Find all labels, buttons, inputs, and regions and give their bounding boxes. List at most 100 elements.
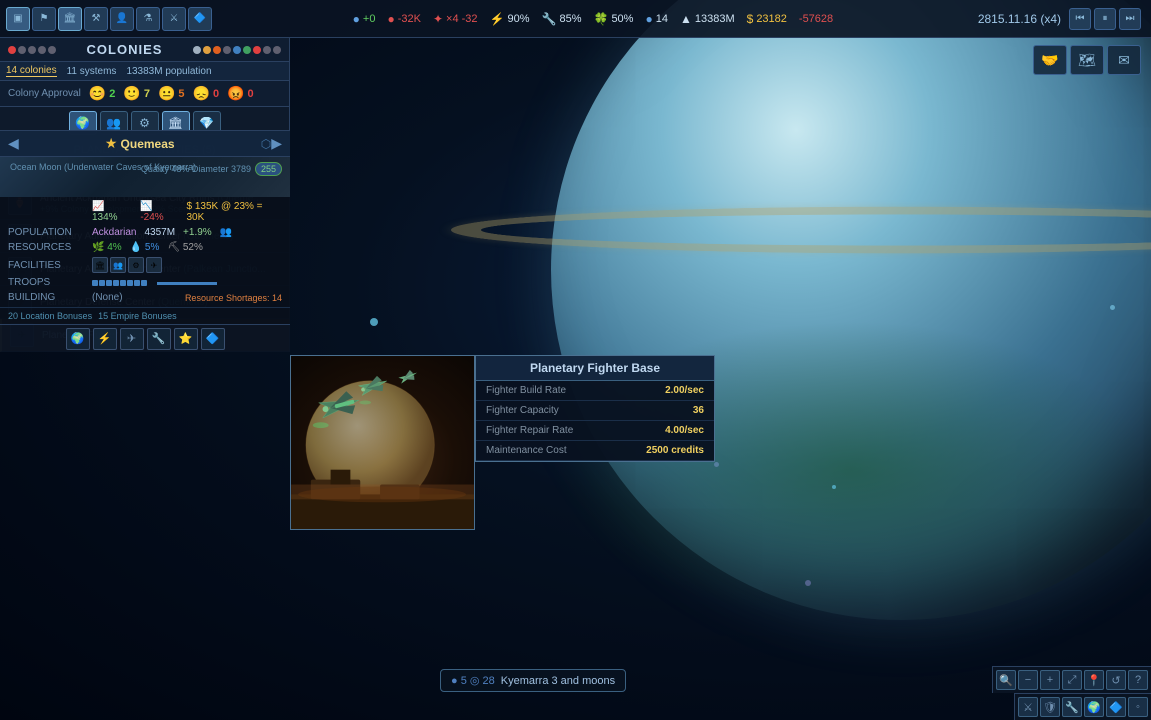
pip-8 [141,280,147,286]
toolbar-icon-intel[interactable]: 🔷 [188,7,212,31]
planet-quality-area: Quality 48% Diameter 3789 255 [141,162,282,176]
emoji-unhappy: 😞 [193,85,210,102]
toolbar-icon-flag[interactable]: ⚑ [32,7,56,31]
planet-expand-button[interactable]: ⬡ [261,137,271,151]
bottom-icon-info[interactable]: 🔷 [201,328,225,350]
troops-label: TROOPS [8,277,88,288]
space-object-5 [714,462,719,467]
dot-orange [213,46,221,54]
playback-forward[interactable]: ⏭ [1119,8,1141,30]
bottom-icon-colony[interactable]: 🌍 [66,328,90,350]
fac-icon-3: ⚙ [128,257,144,273]
location-bonuses[interactable]: 20 Location Bonuses [8,311,92,321]
bottom-icon-military[interactable]: ✈ [120,328,144,350]
approval-neutral: 😐 5 [158,85,185,102]
bottom-icon-build[interactable]: 🔧 [147,328,171,350]
stat-colonies[interactable]: 14 colonies [6,65,57,77]
planet-nav-right[interactable]: ▶ [271,135,282,152]
top-toolbar: ▣ ⚑ 🏛 ⚒ 👤 ⚗ ⚔ 🔷 ● +0 ● -32K ✦ ×4 -32 ⚡ 9… [0,0,1151,38]
colonies-header: COLONIES 14 colonies 11 systems 13383M p… [0,38,289,107]
planet-name-area: ★ Quemeas [19,135,261,152]
repair-rate-label: Fighter Repair Rate [486,425,665,436]
building-label: BUILDING [8,292,88,303]
resources-label: RESOURCES [8,242,88,253]
population-value: -32K [398,13,421,25]
fighter-scene-svg [291,356,474,529]
action-diplomacy[interactable]: 🤝 [1033,45,1067,75]
dot-gray-4 [48,46,56,54]
toolbar-icon-build[interactable]: ⚒ [84,7,108,31]
action-map[interactable]: 🗺 [1070,45,1104,75]
zoom-reset-button[interactable]: ↺ [1106,670,1126,690]
stat-pop[interactable]: 13383M population [126,66,211,77]
resource-shortages: Resource Shortages: 14 [185,293,282,303]
planet-nav-left[interactable]: ◀ [8,135,19,152]
zoom-in-icon[interactable]: 🔍 [996,670,1016,690]
toolbar-icon-military[interactable]: ⚔ [162,7,186,31]
bottom-right-controls: 🔍 − + ⤢ 📍 ↺ ? ⚔ 🛡 🔧 🌍 🔷 ◦ [992,666,1151,720]
zoom-minus-button[interactable]: − [1018,670,1038,690]
action-ship-btn[interactable]: 🔷 [1106,697,1126,717]
dot-gray-1 [18,46,26,54]
colonies-stats-bar: 14 colonies 11 systems 13383M population [0,61,289,81]
top-stats-bar: ● +0 ● -32K ✦ ×4 -32 ⚡ 90% 🔧 85% 🍀 50% ●… [218,12,968,26]
bottom-toolbar: 🌍 ⚡ ✈ 🔧 ⭐ 🔷 [0,324,290,352]
stat-research: ✦ ×4 -32 [433,12,478,26]
dot-red-2 [253,46,261,54]
toolbar-icon-group: ▣ ⚑ 🏛 ⚒ 👤 ⚗ ⚔ 🔷 [0,7,218,31]
fac-icon-2: 👥 [110,257,126,273]
approval-happy: 😊 2 [89,85,116,102]
planet-footer: 20 Location Bonuses 15 Empire Bonuses [0,307,290,324]
population-icon: ● [387,12,394,26]
planet-row-troops: TROOPS ▬▬▬▬▬▬ [0,275,290,290]
pip-2 [99,280,105,286]
stat-credits: $ 23182 [747,12,787,26]
morale-icon: 🍀 [593,12,608,26]
tooltip-dots: ● 5 ◎ 28 [451,674,495,687]
fac-icon-1: 🏛 [92,257,108,273]
morale-value: 50% [611,13,633,25]
facility-icons-row: 🏛 👥 ⚙ ✈ [92,257,162,273]
planet-quality: Quality 48% Diameter 3789 [141,164,251,174]
zoom-help-button[interactable]: ? [1128,670,1148,690]
action-defense-btn[interactable]: 🛡 [1040,697,1060,717]
dot-blue [233,46,241,54]
toolbar-icon-research[interactable]: ⚗ [136,7,160,31]
facilities-row-label: FACILITIES [8,260,88,271]
toolbar-icon-people[interactable]: 👤 [110,7,134,31]
playback-pause[interactable]: ⏸ [1094,8,1116,30]
ships-value: 14 [656,13,668,25]
bottom-icon-power[interactable]: ⚡ [93,328,117,350]
facility-image [291,356,474,529]
emoji-very-happy: 😊 [89,85,106,102]
approval-angry: 😡 0 [227,85,254,102]
building-value: (None) [92,292,123,303]
pip-3 [106,280,112,286]
pip-6 [127,280,133,286]
planet-row-resources: RESOURCES 🌿 4% 💧 5% ⛏ 52% [0,240,290,255]
planet-row-growth: 📈 134% 📉 -24% $ 135K @ 23% = 30K [0,199,290,225]
emoji-neutral: 😐 [158,85,175,102]
pop-total-icon: ▲ [680,12,692,26]
action-combat-btn[interactable]: ⚔ [1018,697,1038,717]
action-misc-btn[interactable]: ◦ [1128,697,1148,717]
dot-red [8,46,16,54]
action-colony-btn[interactable]: 🌍 [1084,697,1104,717]
toolbar-icon-colony[interactable]: 🏛 [58,7,82,31]
zoom-plus-button[interactable]: + [1040,670,1060,690]
toolbar-icon-map[interactable]: ▣ [6,7,30,31]
empire-bonuses[interactable]: 15 Empire Bonuses [98,311,177,321]
zoom-fit-button[interactable]: ⤢ [1062,670,1082,690]
action-messages[interactable]: ✉ [1107,45,1141,75]
zoom-pin-button[interactable]: 📍 [1084,670,1104,690]
space-object-3 [832,485,836,489]
playback-rewind[interactable]: ⏮ [1069,8,1091,30]
stat-systems[interactable]: 11 systems [67,66,117,77]
pop-icon: 👥 [220,227,232,238]
bottom-icon-special[interactable]: ⭐ [174,328,198,350]
action-repair-btn[interactable]: 🔧 [1062,697,1082,717]
planet-thumbnail: Ocean Moon (Underwater Caves of Kyemarra… [0,157,290,197]
dot-gray-3 [38,46,46,54]
emoji-angry: 😡 [227,85,244,102]
pip-7 [134,280,140,286]
